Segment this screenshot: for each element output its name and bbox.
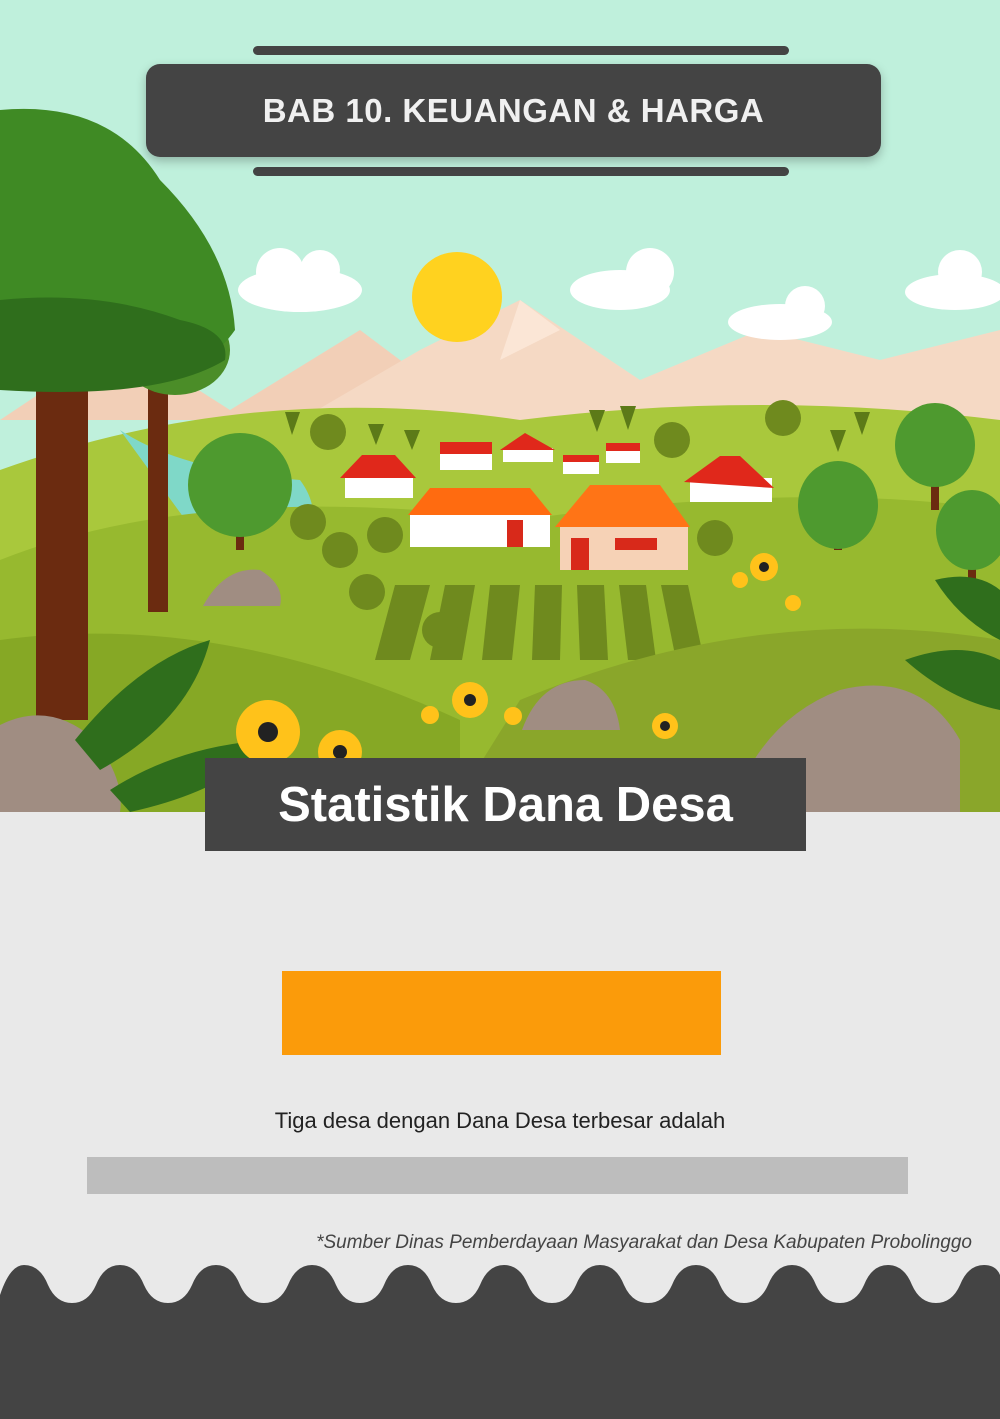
footer-wave: [0, 1265, 1000, 1419]
sun-icon: [412, 252, 502, 342]
header-top-line: [253, 46, 789, 55]
source-note: *Sumber Dinas Pemberdayaan Masyarakat da…: [316, 1232, 972, 1253]
header-bottom-line: [253, 167, 789, 176]
description-text: Tiga desa dengan Dana Desa terbesar adal…: [274, 1108, 726, 1133]
highlight-value-box: [282, 971, 721, 1055]
chapter-title: BAB 10. KEUANGAN & HARGA: [146, 64, 881, 157]
page-title: Statistik Dana Desa: [205, 758, 806, 851]
village-names-placeholder: [87, 1157, 908, 1194]
